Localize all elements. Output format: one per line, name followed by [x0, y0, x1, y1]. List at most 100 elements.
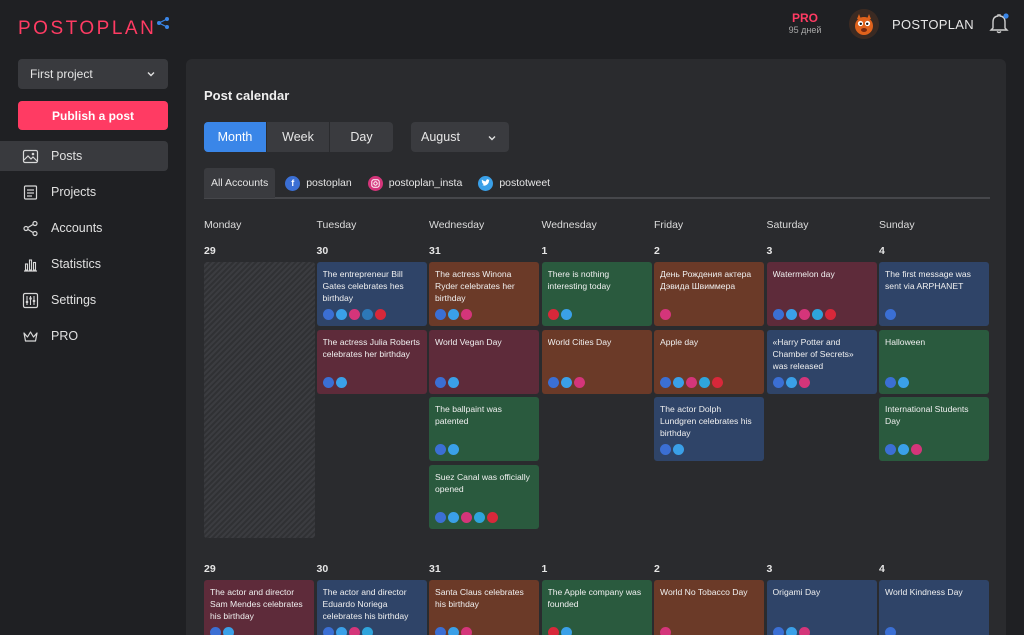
- post-card[interactable]: Watermelon day: [766, 262, 877, 326]
- post-card-text: The actor and director Eduardo Noriega c…: [322, 587, 409, 621]
- day-number[interactable]: 4: [879, 245, 885, 257]
- post-card[interactable]: World Kindness Day: [879, 580, 989, 635]
- post-card[interactable]: Santa Claus celebrates his birthday: [429, 580, 539, 635]
- post-network-icons: [885, 444, 924, 455]
- day-number[interactable]: 3: [767, 245, 773, 257]
- post-card-text: International Students Day: [885, 404, 969, 426]
- logo[interactable]: POSTOPLAN: [18, 18, 156, 40]
- post-card[interactable]: There is nothing interesting today: [541, 262, 652, 326]
- account-filter-postoplan-insta[interactable]: postoplan_insta: [367, 168, 462, 198]
- post-card[interactable]: The ballpaint was patented: [429, 397, 539, 461]
- post-card[interactable]: The actor and director Sam Mendes celebr…: [204, 580, 314, 635]
- day-number[interactable]: 1: [542, 563, 548, 575]
- post-card[interactable]: Origami Day: [766, 580, 877, 635]
- sidebar-item-projects[interactable]: Projects: [0, 177, 168, 207]
- post-card[interactable]: The entrepreneur Bill Gates celebrates h…: [316, 262, 427, 326]
- username[interactable]: POSTOPLAN: [892, 17, 974, 32]
- post-card-text: The entrepreneur Bill Gates celebrates h…: [322, 269, 404, 303]
- post-card-text: Apple day: [660, 336, 699, 347]
- pinterest-icon: [374, 309, 386, 320]
- post-network-icons: [435, 627, 474, 635]
- facebook-icon: [435, 376, 446, 388]
- sidebar-item-label: Posts: [51, 149, 83, 163]
- instagram-icon: [798, 309, 810, 320]
- sidebar-item-label: PRO: [51, 329, 79, 343]
- post-network-icons: [772, 376, 812, 388]
- post-card[interactable]: The first message was sent via ARPHANET: [879, 262, 989, 326]
- post-card-text: World Vegan Day: [435, 336, 502, 347]
- telegram-icon: [361, 627, 373, 635]
- post-card[interactable]: The Apple company was founded: [541, 580, 652, 635]
- chart-icon: [24, 258, 37, 272]
- day-number[interactable]: 3: [767, 563, 773, 575]
- project-select[interactable]: First project: [18, 59, 168, 89]
- sidebar-item-accounts[interactable]: Accounts: [0, 213, 168, 243]
- tab-week[interactable]: Week: [267, 122, 330, 152]
- twitter-icon: [673, 376, 684, 388]
- publish-post-button[interactable]: Publish a post: [18, 101, 168, 130]
- post-card-text: Halloween: [885, 336, 926, 347]
- account-filter-postoplan[interactable]: f postoplan: [285, 168, 352, 198]
- post-card[interactable]: День Рождения актера Дэвида Швиммера: [654, 262, 764, 326]
- calendar-panel: Post calendar Month Week Day August All …: [186, 59, 1006, 635]
- post-card[interactable]: Apple day: [654, 329, 764, 394]
- day-number[interactable]: 2: [654, 245, 660, 257]
- post-card-text: The actor Dolph Lundgren celebrates his …: [660, 404, 752, 438]
- account-filter-postotweet[interactable]: postotweet: [478, 168, 550, 198]
- twitter-icon: [448, 444, 459, 455]
- day-number[interactable]: 30: [317, 245, 329, 257]
- post-card[interactable]: World No Tobacco Day: [654, 580, 764, 635]
- day-number[interactable]: 1: [542, 245, 548, 257]
- post-card[interactable]: Suez Canal was officially opened: [429, 464, 539, 529]
- account-filter-label: postoplan: [306, 177, 352, 189]
- facebook-icon: [435, 511, 446, 523]
- post-card-text: The actress Julia Roberts celebrates her…: [322, 336, 420, 359]
- instagram-icon: [348, 627, 360, 635]
- post-network-icons: [435, 309, 474, 320]
- projects-icon: [23, 184, 38, 200]
- tab-day[interactable]: Day: [330, 122, 393, 152]
- sidebar-item-settings[interactable]: Settings: [0, 285, 168, 315]
- day-name-header: Sunday: [879, 219, 915, 231]
- post-card[interactable]: The actor Dolph Lundgren celebrates his …: [654, 397, 764, 461]
- post-network-icons: [772, 309, 838, 320]
- post-card[interactable]: «Harry Potter and Chamber of Secrets» wa…: [766, 329, 877, 394]
- day-name-header: Tuesday: [316, 219, 357, 231]
- post-card-text: The actress Winona Ryder celebrates her …: [435, 269, 515, 303]
- pinterest-icon: [712, 376, 723, 388]
- post-card[interactable]: International Students Day: [879, 397, 989, 461]
- sidebar-item-statistics[interactable]: Statistics: [0, 249, 168, 279]
- day-name-header: Monday: [204, 219, 242, 231]
- instagram-icon: [461, 627, 472, 635]
- post-card[interactable]: World Cities Day: [541, 329, 652, 394]
- chevron-down-icon: [488, 136, 496, 141]
- tab-month[interactable]: Month: [204, 122, 267, 152]
- post-card[interactable]: The actor and director Eduardo Noriega c…: [316, 580, 427, 635]
- post-card[interactable]: The actress Winona Ryder celebrates her …: [429, 262, 539, 326]
- avatar[interactable]: [849, 9, 879, 39]
- day-number[interactable]: 31: [429, 245, 441, 257]
- post-card[interactable]: Halloween: [879, 329, 989, 394]
- month-select-value: August: [421, 130, 460, 144]
- month-select[interactable]: August: [411, 122, 509, 152]
- facebook-icon: [885, 376, 896, 388]
- post-card[interactable]: World Vegan Day: [429, 329, 539, 394]
- facebook-icon: [547, 376, 559, 388]
- post-card[interactable]: The actress Julia Roberts celebrates her…: [316, 329, 427, 394]
- day-number[interactable]: 31: [429, 563, 441, 575]
- notifications-bell-icon[interactable]: [988, 12, 1010, 34]
- sidebar-item-pro[interactable]: PRO: [0, 321, 168, 351]
- sidebar-item-posts[interactable]: Posts: [0, 141, 168, 171]
- day-number[interactable]: 2: [654, 563, 660, 575]
- day-number[interactable]: 29: [204, 563, 216, 575]
- twitter-icon: [673, 444, 684, 455]
- post-network-icons: [885, 376, 911, 388]
- pro-status[interactable]: PRO 95 дней: [784, 11, 826, 36]
- day-number[interactable]: 29: [204, 245, 216, 257]
- account-filter-all[interactable]: All Accounts: [204, 168, 276, 198]
- day-number[interactable]: 4: [879, 563, 885, 575]
- post-card-text: The Apple company was founded: [547, 587, 642, 609]
- facebook-icon: [885, 627, 896, 635]
- day-number[interactable]: 30: [317, 563, 329, 575]
- post-card-text: The ballpaint was patented: [435, 404, 502, 426]
